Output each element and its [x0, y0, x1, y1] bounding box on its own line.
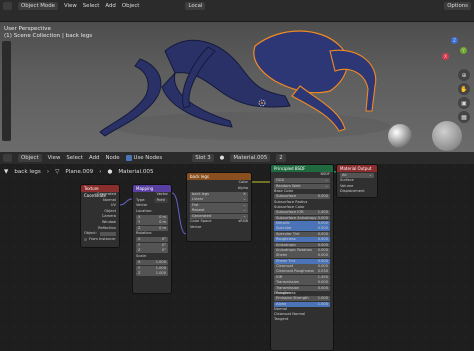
rotation-z[interactable]: Z 0° [136, 248, 168, 254]
node-title[interactable]: Texture Coordinate [81, 185, 119, 198]
projection-select[interactable]: Flat ⌄ [190, 202, 248, 208]
node-principled-bsdf[interactable]: Principled BSDF BSDF GGX ⌄ Random Walk ⌄ B… [270, 164, 334, 351]
bsdf-inputs: Base Color Subsurface 0.000 Subsurface Radi… [271, 189, 333, 322]
pan-hand-icon[interactable]: ✋ [458, 83, 470, 95]
axis-x[interactable]: X [442, 53, 449, 60]
output-bsdf: BSDF [320, 172, 330, 176]
bsdf-input-row[interactable]: Specular 0.500 [274, 226, 330, 232]
location-z[interactable]: Z0 m [136, 225, 168, 231]
input-vector: Vector [190, 224, 202, 229]
viewport-header: Object Mode View Select Add Object Local… [0, 0, 474, 11]
bsdf-input-row[interactable]: Subsurface IOR 1.400 [274, 210, 330, 216]
bsdf-input-row[interactable]: Alpha 1.000 [274, 301, 330, 307]
bsdf-input-row[interactable]: Anisotropic 0.000 [274, 242, 330, 248]
output-reflection: Reflection [98, 225, 116, 230]
from-instancer-label: From Instancer [89, 236, 116, 241]
scale-x[interactable]: X 1.000 [136, 260, 168, 266]
bsdf-input-row[interactable]: Sheen Tint 0.500 [274, 258, 330, 264]
input-displacement: Displacement [340, 189, 365, 194]
bsdf-input-row[interactable]: Emission [271, 291, 333, 296]
mode-select[interactable]: Object Mode [18, 1, 58, 10]
node-mapping[interactable]: Mapping Vector Type: Point Vector Locatio… [132, 184, 172, 294]
node-texture-coordinate[interactable]: Texture Coordinate Generated Normal UV O… [80, 184, 120, 248]
bsdf-input-row[interactable]: Transmission 0.000 [274, 280, 330, 286]
location-y[interactable]: Y0 m [136, 220, 168, 226]
bsdf-input-row[interactable]: Emission Strength 1.000 [274, 296, 330, 302]
object-picker[interactable] [100, 231, 116, 236]
color-space-select[interactable]: sRGB [238, 219, 248, 225]
editor-type-icon[interactable] [3, 1, 12, 10]
bsdf-input-row[interactable]: Clearcoat Roughness 0.030 [274, 269, 330, 275]
source-select[interactable]: Generated ⌄ [190, 213, 248, 219]
menu-add[interactable]: Add [105, 3, 115, 9]
rotation-x[interactable]: X 0° [136, 237, 168, 243]
bsdf-input-row[interactable]: Sheen 0.000 [274, 253, 330, 259]
diffuse-preview-sphere [432, 121, 462, 151]
navigation-gizmo[interactable]: Z Y X [440, 37, 468, 65]
subsurface-method-select[interactable]: Random Walk ⌄ [274, 183, 330, 189]
bsdf-input-row[interactable]: IOR 1.450 [274, 274, 330, 280]
location-label: Location: [136, 208, 153, 213]
bsdf-input-row[interactable]: Clearcoat 0.000 [274, 264, 330, 269]
bsdf-input-row[interactable]: Base Color [271, 189, 333, 194]
rotation-label: Rotation: [136, 231, 153, 236]
menu-view[interactable]: View [64, 3, 77, 9]
node-title[interactable]: Mapping [133, 185, 171, 192]
menu-select[interactable]: Select [83, 3, 100, 9]
node-title[interactable]: back legs [187, 173, 251, 180]
bsdf-input-row[interactable]: Anisotropic Rotation 0.000 [274, 247, 330, 253]
3d-viewport[interactable]: User Perspective (1) Scene Collection | … [0, 11, 474, 152]
node-material-output[interactable]: Material Output All ⌄ Surface Volume Disp… [336, 164, 378, 198]
grid-icon[interactable]: ▦ [458, 111, 470, 123]
image-datablock-field[interactable]: back legs ✕ [190, 191, 248, 197]
hdri-preview-sphere [388, 124, 412, 148]
rotation-y[interactable]: Y 0° [136, 242, 168, 248]
zoom-icon[interactable]: ⊕ [458, 69, 470, 81]
node-image-texture[interactable]: back legs Color Alpha back legs ✕ Linear ⌄… [186, 172, 252, 242]
target-select[interactable]: All ⌄ [340, 172, 374, 178]
bsdf-input-row[interactable]: Roughness 0.500 [274, 237, 330, 242]
type-select[interactable]: Point [153, 197, 168, 203]
extension-select[interactable]: Repeat ⌄ [190, 208, 248, 214]
bsdf-input-row[interactable]: Subsurface 0.000 [274, 194, 330, 200]
bsdf-input-row[interactable]: Subsurface Color [271, 205, 333, 210]
from-instancer-checkbox[interactable] [84, 238, 87, 242]
shader-node-editor[interactable]: Object View Select Add Node Use Nodes Sl… [0, 152, 474, 351]
output-vector: Vector [156, 192, 168, 196]
transform-orientation-select[interactable]: Local [185, 1, 206, 10]
interpolation-select[interactable]: Linear ⌄ [190, 197, 248, 203]
node-title[interactable]: Principled BSDF [271, 165, 333, 172]
scale-z[interactable]: Z 1.000 [136, 271, 168, 277]
bsdf-input-row[interactable]: Tangent [271, 317, 333, 322]
node-title[interactable]: Material Output [337, 165, 377, 172]
bsdf-input-row[interactable]: Metallic 0.000 [274, 220, 330, 226]
bsdf-input-row[interactable]: Subsurface Anisotropy 0.000 [274, 215, 330, 221]
location-x[interactable]: X0 m [136, 214, 168, 220]
bsdf-input-row[interactable]: Specular Tint 0.000 [274, 231, 330, 237]
axis-y[interactable]: Y [460, 47, 467, 54]
scale-y[interactable]: Y 1.000 [136, 265, 168, 271]
menu-object[interactable]: Object [122, 3, 140, 9]
axis-z[interactable]: Z [451, 37, 458, 44]
distribution-select[interactable]: GGX ⌄ [274, 178, 330, 184]
bsdf-input-row[interactable]: Transmission Roughness 0.000 [274, 285, 330, 295]
output-alpha: Alpha [237, 185, 248, 190]
camera-icon[interactable]: ▣ [458, 97, 470, 109]
scale-label: Scale: [136, 253, 147, 258]
options-button[interactable]: Options [444, 1, 471, 10]
